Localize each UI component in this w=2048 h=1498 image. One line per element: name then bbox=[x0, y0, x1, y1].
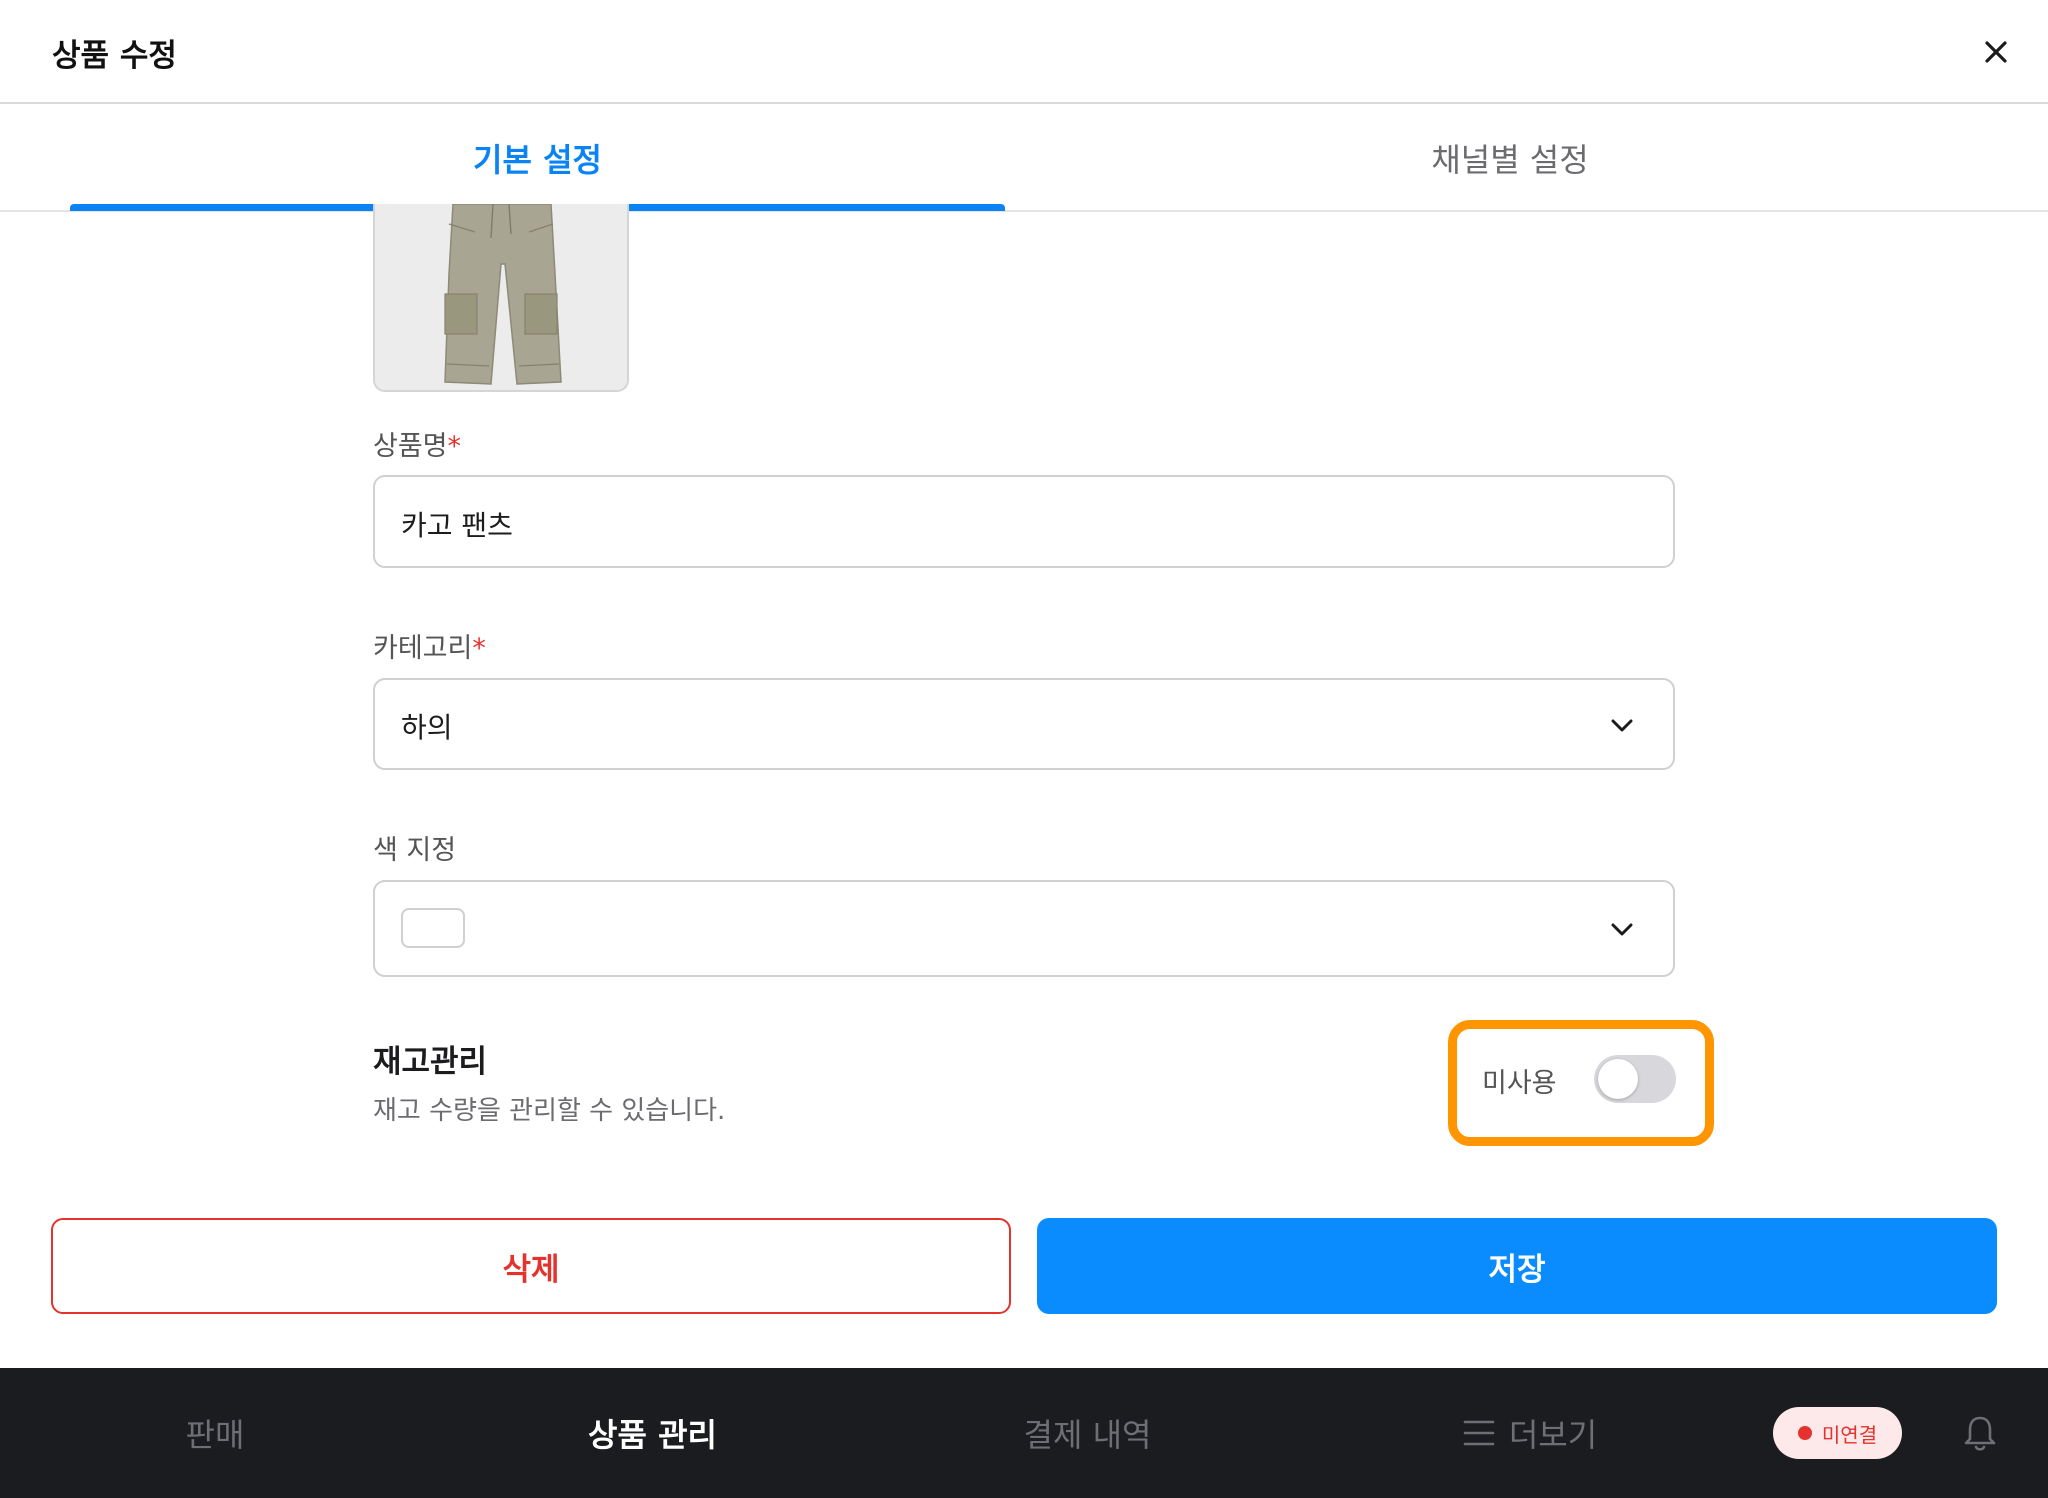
connection-status-label: 미연결 bbox=[1821, 1422, 1878, 1447]
cargo-pants-image bbox=[375, 204, 627, 390]
product-name-value: 카고 팬츠 bbox=[401, 509, 513, 542]
color-label-text: 색 지정 bbox=[373, 835, 457, 866]
save-button[interactable]: 저장 bbox=[1037, 1218, 1997, 1314]
required-mark: * bbox=[447, 431, 462, 462]
product-name-input[interactable]: 카고 팬츠 bbox=[373, 475, 1675, 568]
connection-status-badge[interactable]: 미연결 bbox=[1773, 1407, 1902, 1459]
delete-button[interactable]: 삭제 bbox=[51, 1218, 1011, 1314]
bell-icon bbox=[1964, 1416, 1996, 1451]
color-select[interactable] bbox=[373, 880, 1675, 977]
inventory-toggle[interactable] bbox=[1594, 1055, 1676, 1103]
page-title: 상품 수정 bbox=[52, 38, 177, 74]
toggle-knob bbox=[1598, 1059, 1638, 1099]
product-name-label: 상품명* bbox=[373, 424, 461, 463]
nav-item-product-management[interactable]: 상품 관리 bbox=[560, 1368, 745, 1498]
settings-tabs: 기본 설정 채널별 설정 bbox=[0, 106, 2048, 212]
color-swatch bbox=[401, 908, 465, 948]
category-select[interactable]: 하의 bbox=[373, 678, 1675, 770]
color-label: 색 지정 bbox=[373, 828, 456, 867]
close-icon bbox=[1985, 41, 2007, 63]
product-edit-page: 상품 수정 기본 설정 채널별 설정 상품명* 카고 팬츠 카테고리* 하의 색… bbox=[0, 0, 2048, 1498]
category-label-text: 카테고리 bbox=[373, 633, 473, 664]
chevron-down-icon bbox=[1611, 923, 1633, 936]
category-label: 카테고리* bbox=[373, 626, 486, 665]
chevron-down-icon bbox=[1611, 719, 1633, 732]
product-name-label-text: 상품명 bbox=[373, 431, 448, 462]
modal-header: 상품 수정 bbox=[0, 0, 2048, 104]
nav-item-more[interactable]: 더보기 bbox=[1450, 1368, 1610, 1498]
category-selected-value: 하의 bbox=[401, 711, 453, 744]
required-mark: * bbox=[472, 633, 486, 664]
close-button[interactable] bbox=[1976, 30, 2016, 74]
tab-basic-settings[interactable]: 기본 설정 bbox=[70, 106, 1005, 210]
inventory-description: 재고 수량을 관리할 수 있습니다. bbox=[373, 1096, 726, 1126]
status-dot-icon bbox=[1797, 1426, 1812, 1440]
inventory-toggle-label: 미사용 bbox=[1482, 1068, 1557, 1099]
product-image[interactable] bbox=[373, 204, 629, 392]
notification-button[interactable] bbox=[1960, 1413, 2000, 1453]
nav-more-label: 더보기 bbox=[1508, 1416, 1598, 1454]
inventory-title: 재고관리 bbox=[373, 1044, 488, 1080]
nav-item-sales[interactable]: 판매 bbox=[130, 1368, 300, 1498]
nav-item-payment-history[interactable]: 결제 내역 bbox=[1000, 1368, 1175, 1498]
bottom-nav: 판매 상품 관리 결제 내역 더보기 bbox=[0, 1368, 2048, 1498]
tab-channel-settings[interactable]: 채널별 설정 bbox=[1040, 106, 1980, 210]
menu-icon bbox=[1463, 1420, 1495, 1446]
